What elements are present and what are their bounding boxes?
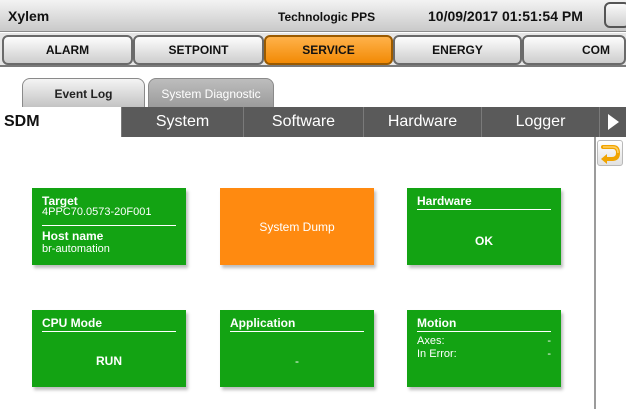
app-title: Xylem	[8, 8, 50, 24]
arrow-right-icon	[607, 114, 619, 130]
tab-energy[interactable]: ENERGY	[393, 35, 522, 65]
application-value: -	[295, 354, 299, 368]
next-category-arrow[interactable]	[600, 107, 626, 137]
category-sdm[interactable]: SDM	[0, 107, 122, 137]
category-system[interactable]: System	[122, 107, 244, 137]
cpu-mode-tile[interactable]: CPU Mode RUN	[32, 310, 186, 387]
system-dump-label: System Dump	[259, 219, 335, 234]
return-arrow-icon	[601, 145, 621, 164]
category-software[interactable]: Software	[244, 107, 364, 137]
tab-system-diagnostic[interactable]: System Diagnostic	[148, 78, 274, 108]
title-bar: Xylem Technologic PPS 10/09/2017 01:51:5…	[0, 0, 626, 32]
cpu-mode-title: CPU Mode	[42, 316, 102, 330]
axes-value: -	[547, 335, 551, 347]
scroll-divider	[594, 137, 596, 409]
application-title: Application	[230, 316, 296, 330]
motion-divider	[417, 331, 551, 332]
motion-title: Motion	[417, 316, 457, 330]
titlebar-button[interactable]	[604, 2, 626, 28]
host-name-label: Host name	[42, 229, 104, 243]
application-tile[interactable]: Application -	[220, 310, 374, 387]
category-hardware[interactable]: Hardware	[364, 107, 482, 137]
system-name: Technologic PPS	[278, 10, 376, 24]
in-error-value: -	[547, 348, 551, 360]
tab-event-log[interactable]: Event Log	[22, 78, 145, 108]
motion-tile[interactable]: Motion Axes: - In Error: -	[407, 310, 561, 387]
sub-tab-bar: Event Log System Diagnostic	[0, 68, 626, 108]
tab-service[interactable]: SERVICE	[264, 35, 393, 65]
tab-com[interactable]: COM	[522, 35, 626, 65]
hardware-title: Hardware	[417, 194, 472, 208]
back-button[interactable]	[597, 140, 623, 166]
axes-label: Axes:	[417, 335, 445, 347]
cpu-mode-status: RUN	[96, 354, 122, 368]
hardware-status: OK	[475, 234, 493, 248]
in-error-label: In Error:	[417, 348, 457, 360]
system-dump-button[interactable]: System Dump	[220, 188, 374, 265]
main-tab-bar: ALARM SETPOINT SERVICE ENERGY COM	[0, 33, 626, 67]
category-logger[interactable]: Logger	[482, 107, 600, 137]
target-divider	[42, 225, 176, 226]
cpu-mode-divider	[42, 331, 176, 332]
target-tile[interactable]: Target 4PPC70.0573-20F001 Host name br-a…	[32, 188, 186, 265]
tab-alarm[interactable]: ALARM	[2, 35, 133, 65]
tab-setpoint[interactable]: SETPOINT	[133, 35, 264, 65]
hardware-tile[interactable]: Hardware OK	[407, 188, 561, 265]
datetime: 10/09/2017 01:51:54 PM	[428, 8, 583, 24]
application-divider	[230, 331, 364, 332]
hardware-divider	[417, 209, 551, 210]
host-name-value: br-automation	[42, 243, 110, 255]
target-value: 4PPC70.0573-20F001	[42, 206, 152, 218]
category-bar: SDM System Software Hardware Logger	[0, 107, 626, 137]
